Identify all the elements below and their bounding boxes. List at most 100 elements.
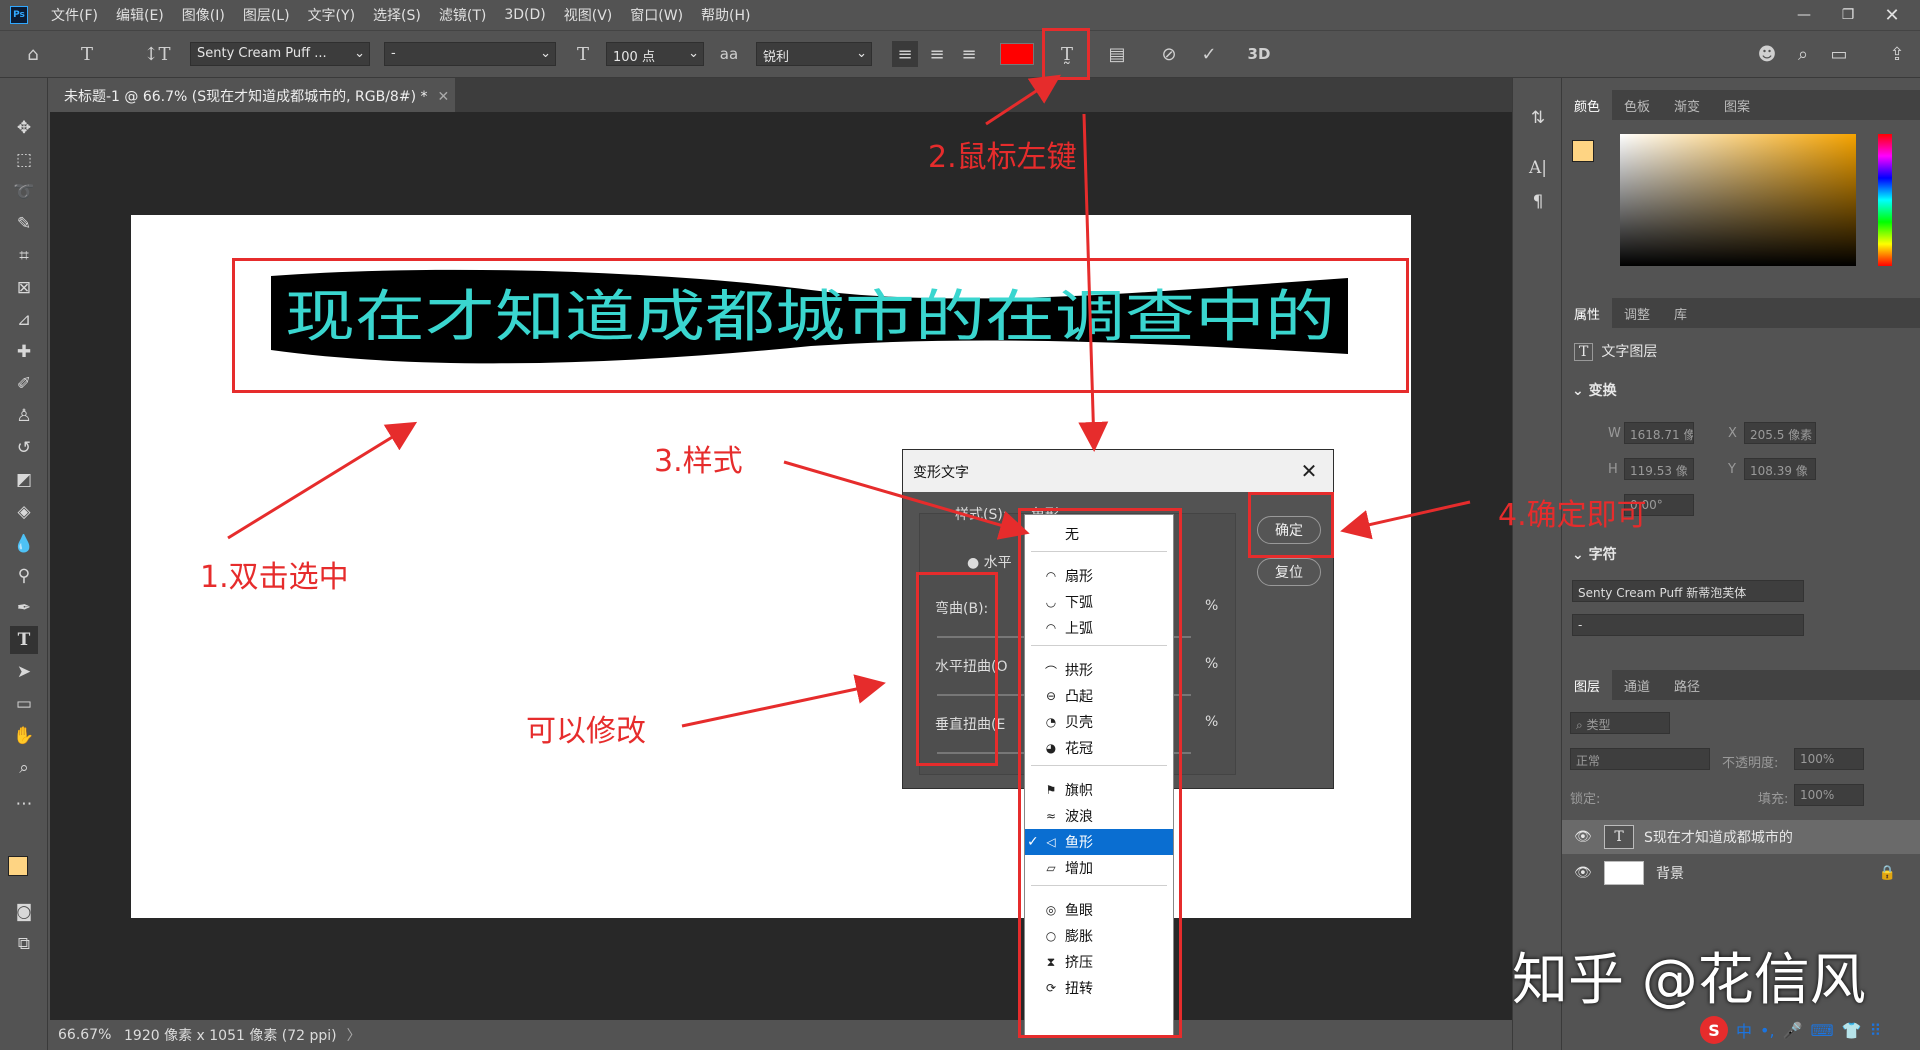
hue-slider[interactable]: [1878, 134, 1892, 266]
blend-mode-select[interactable]: 正常: [1570, 748, 1710, 770]
move-tool-icon[interactable]: ✥: [10, 114, 38, 142]
char-style-field[interactable]: -: [1572, 614, 1804, 636]
align-center-icon[interactable]: ≡: [924, 41, 950, 67]
text-color-swatch[interactable]: [1000, 43, 1034, 65]
ime-language-toggle[interactable]: 中: [1736, 1018, 1752, 1042]
height-field[interactable]: 119.53 像: [1624, 458, 1694, 480]
transform-header[interactable]: ⌄ 变换: [1572, 380, 1617, 400]
pen-tool-icon[interactable]: ✒: [10, 594, 38, 622]
dodge-tool-icon[interactable]: ⚲: [10, 562, 38, 590]
ime-mic-icon[interactable]: 🎤: [1783, 1021, 1803, 1040]
menu-3d[interactable]: 3D(D): [495, 7, 554, 23]
tab-adjustments[interactable]: 调整: [1612, 298, 1662, 328]
width-field[interactable]: 1618.71 像: [1624, 422, 1694, 444]
quick-select-tool-icon[interactable]: ✎: [10, 210, 38, 238]
tab-properties[interactable]: 属性: [1562, 298, 1613, 328]
history-panel-icon[interactable]: ⇅: [1524, 104, 1552, 132]
history-brush-icon[interactable]: ↺: [10, 434, 38, 462]
lasso-tool-icon[interactable]: ➰: [10, 178, 38, 206]
align-right-icon[interactable]: ≡: [956, 41, 982, 67]
foreground-color-swatch[interactable]: [8, 856, 28, 876]
layer-name[interactable]: S现在才知道成都城市的: [1644, 827, 1793, 847]
minimize-icon[interactable]: —: [1782, 0, 1826, 30]
marquee-tool-icon[interactable]: ⬚: [10, 146, 38, 174]
antialias-select[interactable]: 锐利 ⌄: [756, 42, 872, 66]
ime-keyboard-icon[interactable]: ⌨: [1810, 1021, 1833, 1040]
tab-patterns[interactable]: 图案: [1712, 90, 1762, 120]
tab-color[interactable]: 颜色: [1562, 90, 1613, 120]
sogou-ime-logo[interactable]: S: [1700, 1016, 1728, 1044]
rectangle-tool-icon[interactable]: ▭: [10, 690, 38, 718]
3d-icon[interactable]: 3D: [1246, 41, 1272, 67]
close-window-icon[interactable]: ✕: [1870, 0, 1914, 30]
layer-name[interactable]: 背景: [1656, 863, 1684, 883]
healing-tool-icon[interactable]: ✚: [10, 338, 38, 366]
zoom-tool-icon[interactable]: ⌕: [10, 754, 38, 782]
tab-paths[interactable]: 路径: [1662, 670, 1712, 700]
workspace-icon[interactable]: ▭: [1826, 41, 1852, 67]
align-left-icon[interactable]: ≡: [892, 41, 918, 67]
ime-skin-icon[interactable]: 👕: [1842, 1021, 1862, 1040]
type-tool-icon[interactable]: T: [10, 626, 38, 654]
char-font-field[interactable]: Senty Cream Puff 新蒂泡芙体: [1572, 580, 1804, 602]
dialog-close-icon[interactable]: ✕: [1295, 458, 1323, 484]
layer-row[interactable]: 👁 T S现在才知道成都城市的: [1562, 820, 1920, 854]
menu-filter[interactable]: 滤镜(T): [430, 5, 495, 25]
paint-bucket-icon[interactable]: ◈: [10, 498, 38, 526]
character-panel-icon[interactable]: ▤: [1104, 41, 1130, 67]
font-style-select[interactable]: - ⌄: [384, 42, 556, 66]
fg-color-chip[interactable]: [1572, 140, 1594, 162]
blur-tool-icon[interactable]: 💧: [10, 530, 38, 558]
restore-icon[interactable]: ❐: [1826, 0, 1870, 30]
eyedropper-tool-icon[interactable]: ⊿: [10, 306, 38, 334]
cancel-icon[interactable]: ⊘: [1156, 41, 1182, 67]
horizontal-radio[interactable]: ● 水平: [967, 552, 1012, 572]
stamp-tool-icon[interactable]: ♙: [10, 402, 38, 430]
layer-row[interactable]: 👁 背景 🔒: [1562, 856, 1920, 890]
type-tool-preset-icon[interactable]: T: [74, 41, 100, 67]
y-field[interactable]: 108.39 像: [1744, 458, 1816, 480]
opacity-field[interactable]: 100%: [1794, 748, 1864, 770]
zoom-level[interactable]: 66.67%: [58, 1027, 111, 1043]
status-menu-icon[interactable]: 〉: [347, 1025, 361, 1045]
fill-field[interactable]: 100%: [1794, 784, 1864, 806]
character-header[interactable]: ⌄ 字符: [1572, 544, 1617, 564]
reset-button[interactable]: 复位: [1257, 558, 1321, 586]
toggle-orientation-icon[interactable]: ↕T: [143, 41, 170, 67]
tab-channels[interactable]: 通道: [1612, 670, 1662, 700]
tab-layers[interactable]: 图层: [1562, 670, 1613, 700]
x-field[interactable]: 205.5 像素: [1744, 422, 1816, 444]
menu-select[interactable]: 选择(S): [364, 5, 430, 25]
close-tab-icon[interactable]: ✕: [437, 89, 449, 105]
commit-icon[interactable]: ✓: [1196, 41, 1222, 67]
share-icon[interactable]: ⇪: [1884, 41, 1910, 67]
tab-libraries[interactable]: 库: [1662, 298, 1699, 328]
menu-file[interactable]: 文件(F): [42, 5, 107, 25]
eraser-tool-icon[interactable]: ◩: [10, 466, 38, 494]
user-icon[interactable]: ☻: [1754, 41, 1780, 67]
visibility-eye-icon[interactable]: 👁: [1574, 829, 1604, 845]
hand-tool-icon[interactable]: ✋: [10, 722, 38, 750]
visibility-eye-icon[interactable]: 👁: [1574, 865, 1604, 881]
menu-view[interactable]: 视图(V): [555, 5, 622, 25]
tab-swatches[interactable]: 色板: [1612, 90, 1662, 120]
search-icon[interactable]: ⌕: [1790, 41, 1816, 67]
more-tools-icon[interactable]: ⋯: [10, 790, 38, 818]
home-icon[interactable]: ⌂: [20, 41, 46, 67]
frame-tool-icon[interactable]: ⊠: [10, 274, 38, 302]
font-family-select[interactable]: Senty Cream Puff ... ⌄: [190, 42, 370, 66]
tab-gradients[interactable]: 渐变: [1662, 90, 1712, 120]
character-panel-icon[interactable]: A|: [1524, 154, 1552, 182]
menu-image[interactable]: 图像(I): [173, 5, 234, 25]
screen-mode-icon[interactable]: ⧉: [10, 930, 38, 958]
menu-edit[interactable]: 编辑(E): [107, 5, 173, 25]
menu-layer[interactable]: 图层(L): [234, 5, 299, 25]
menu-type[interactable]: 文字(Y): [299, 5, 364, 25]
path-select-icon[interactable]: ➤: [10, 658, 38, 686]
paragraph-panel-icon[interactable]: ¶: [1524, 188, 1552, 216]
ime-menu-icon[interactable]: ⠿: [1869, 1021, 1881, 1040]
menu-help[interactable]: 帮助(H): [692, 5, 759, 25]
color-field[interactable]: [1620, 134, 1856, 266]
quick-mask-icon[interactable]: ◙: [10, 898, 38, 926]
layer-filter[interactable]: ⌕ 类型: [1570, 712, 1670, 734]
